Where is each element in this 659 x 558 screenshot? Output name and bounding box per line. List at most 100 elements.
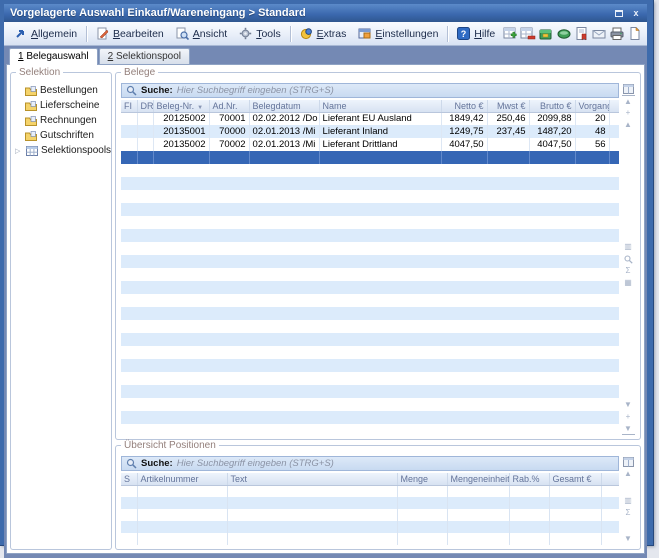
menu-einstellungen[interactable]: Einstellungen [352, 25, 444, 42]
col-menge[interactable]: Menge [397, 473, 447, 485]
belege-caption: Belege [121, 67, 158, 78]
row-up-button[interactable]: ▲ [622, 119, 635, 131]
col-dr[interactable]: DR [137, 100, 153, 112]
row-up-button[interactable]: ▲ [622, 468, 635, 480]
col-mwst[interactable]: Mwst € [487, 100, 529, 112]
export-button[interactable] [573, 24, 590, 44]
restore-button[interactable] [612, 7, 626, 20]
belege-row[interactable]: 20135001 70000 02.01.2013 /Mi Lieferant … [121, 125, 619, 138]
sum-button[interactable]: Σ [622, 265, 635, 277]
col-text[interactable]: Text [227, 473, 397, 485]
empty-row [121, 359, 619, 372]
col-s[interactable]: S [121, 473, 137, 485]
menubar: Allgemein Bearbeiten Ansicht Tools Extra… [4, 22, 647, 46]
col-vorgang[interactable]: Vorgang [575, 100, 609, 112]
go-first-button[interactable]: ▲ [622, 95, 635, 107]
grid-search-button[interactable] [622, 253, 635, 265]
menu-tools[interactable]: Tools [233, 25, 287, 42]
folder-icon [25, 131, 37, 141]
col-filler [601, 473, 619, 485]
empty-row [121, 411, 619, 424]
tab-belegauswahl[interactable]: 1 Belegauswahl [9, 48, 98, 65]
uebersicht-caption: Übersicht Positionen [121, 440, 219, 451]
tree-item-bestellungen[interactable]: Bestellungen [11, 83, 111, 98]
sum-button[interactable]: Σ [622, 507, 635, 519]
uebersicht-search-field[interactable]: Suche: Hier Suchbegriff eingeben (STRG+S… [121, 456, 619, 471]
col-name[interactable]: Name [319, 100, 441, 112]
belege-row[interactable]: 20125002 70001 02.02.2012 /Do Lieferant … [121, 112, 619, 125]
mail-button[interactable] [591, 24, 608, 44]
expander-icon[interactable]: ▷ [15, 147, 23, 155]
col-ad-nr[interactable]: Ad.Nr. [209, 100, 249, 112]
menu-separator [86, 26, 87, 42]
preview-button[interactable] [555, 24, 572, 44]
tree-item-lieferscheine[interactable]: Lieferscheine [11, 98, 111, 113]
filter-button[interactable]: ▦ [622, 277, 635, 289]
view-icon [176, 27, 189, 40]
close-button[interactable]: x [629, 7, 643, 20]
empty-row [121, 346, 619, 359]
tab-page: Selektion Bestellungen Lieferscheine [6, 64, 645, 554]
archive-button[interactable] [538, 24, 555, 44]
belege-header-row: FI DR Beleg-Nr.▼ Ad.Nr. Belegdatum Name … [121, 100, 619, 112]
tools-icon [239, 27, 252, 40]
sort-desc-icon: ▼ [197, 105, 203, 111]
restore-icon [615, 10, 623, 17]
tab-selektionspool[interactable]: 2 Selektionspool [99, 48, 190, 64]
menu-ansicht[interactable]: Ansicht [170, 25, 233, 42]
tab-strip: 1 Belegauswahl 2 Selektionspool [6, 48, 645, 64]
pool-remove-button[interactable] [520, 24, 537, 44]
belege-row[interactable]: 20135002 70002 02.01.2013 /Mi Lieferant … [121, 138, 619, 151]
page-up-button[interactable]: + [622, 107, 635, 119]
menu-allgemein[interactable]: Allgemein [8, 25, 83, 42]
col-artikelnummer[interactable]: Artikelnummer [137, 473, 227, 485]
empty-row [121, 333, 619, 346]
tree-item-selektionspools[interactable]: ▷ Selektionspools [11, 143, 111, 158]
empty-row [121, 203, 619, 216]
selected-row[interactable] [121, 151, 619, 164]
print-button[interactable] [609, 24, 626, 44]
selektion-caption: Selektion [16, 67, 63, 78]
tree-item-rechnungen[interactable]: Rechnungen [11, 113, 111, 128]
window-title: Vorgelagerte Auswahl Einkauf/Wareneingan… [10, 7, 609, 19]
column-chooser-icon [623, 84, 634, 94]
col-beleg-nr[interactable]: Beleg-Nr.▼ [153, 100, 209, 112]
col-brutto[interactable]: Brutto € [529, 100, 575, 112]
menu-bearbeiten[interactable]: Bearbeiten [90, 25, 170, 42]
search-icon [126, 458, 137, 469]
empty-row [121, 216, 619, 229]
tree-item-gutschriften[interactable]: Gutschriften [11, 128, 111, 143]
go-last-button[interactable]: ▼ [622, 423, 635, 435]
empty-row [121, 497, 619, 509]
column-chooser-button[interactable] [622, 456, 635, 468]
empty-row [121, 372, 619, 385]
titlebar[interactable]: Vorgelagerte Auswahl Einkauf/Wareneingan… [4, 4, 647, 22]
edit-icon [96, 27, 109, 40]
page-down-button[interactable]: + [622, 411, 635, 423]
menu-hilfe[interactable]: ? Hilfe [451, 25, 501, 42]
new-document-button[interactable] [626, 24, 643, 44]
column-chooser-icon [623, 457, 634, 467]
menu-extras[interactable]: Extras [294, 25, 353, 42]
export-icon [574, 26, 590, 42]
uebersicht-group: Übersicht Positionen Suche: Hier Suchbeg… [115, 445, 641, 550]
empty-row [121, 268, 619, 281]
col-netto[interactable]: Netto € [441, 100, 487, 112]
empty-row [121, 521, 619, 533]
col-gesamt[interactable]: Gesamt € [549, 473, 601, 485]
col-belegdatum[interactable]: Belegdatum [249, 100, 319, 112]
column-chooser-button[interactable] [622, 83, 635, 95]
row-down-button[interactable]: ▼ [622, 533, 635, 545]
help-icon: ? [457, 27, 470, 40]
selektion-group: Selektion Bestellungen Lieferscheine [10, 72, 112, 550]
empty-row [121, 177, 619, 190]
row-down-button[interactable]: ▼ [622, 399, 635, 411]
belege-search-field[interactable]: Suche: Hier Suchbegriff eingeben (STRG+S… [121, 83, 619, 98]
pool-add-button[interactable] [502, 24, 519, 44]
card-view-button[interactable]: ▥ [622, 495, 635, 507]
col-rab[interactable]: Rab.% [509, 473, 549, 485]
card-view-button[interactable]: ▥ [622, 241, 635, 253]
col-mengeneinheit[interactable]: Mengeneinheit [447, 473, 509, 485]
search-placeholder: Hier Suchbegriff eingeben (STRG+S) [177, 458, 334, 469]
col-fi[interactable]: FI [121, 100, 137, 112]
